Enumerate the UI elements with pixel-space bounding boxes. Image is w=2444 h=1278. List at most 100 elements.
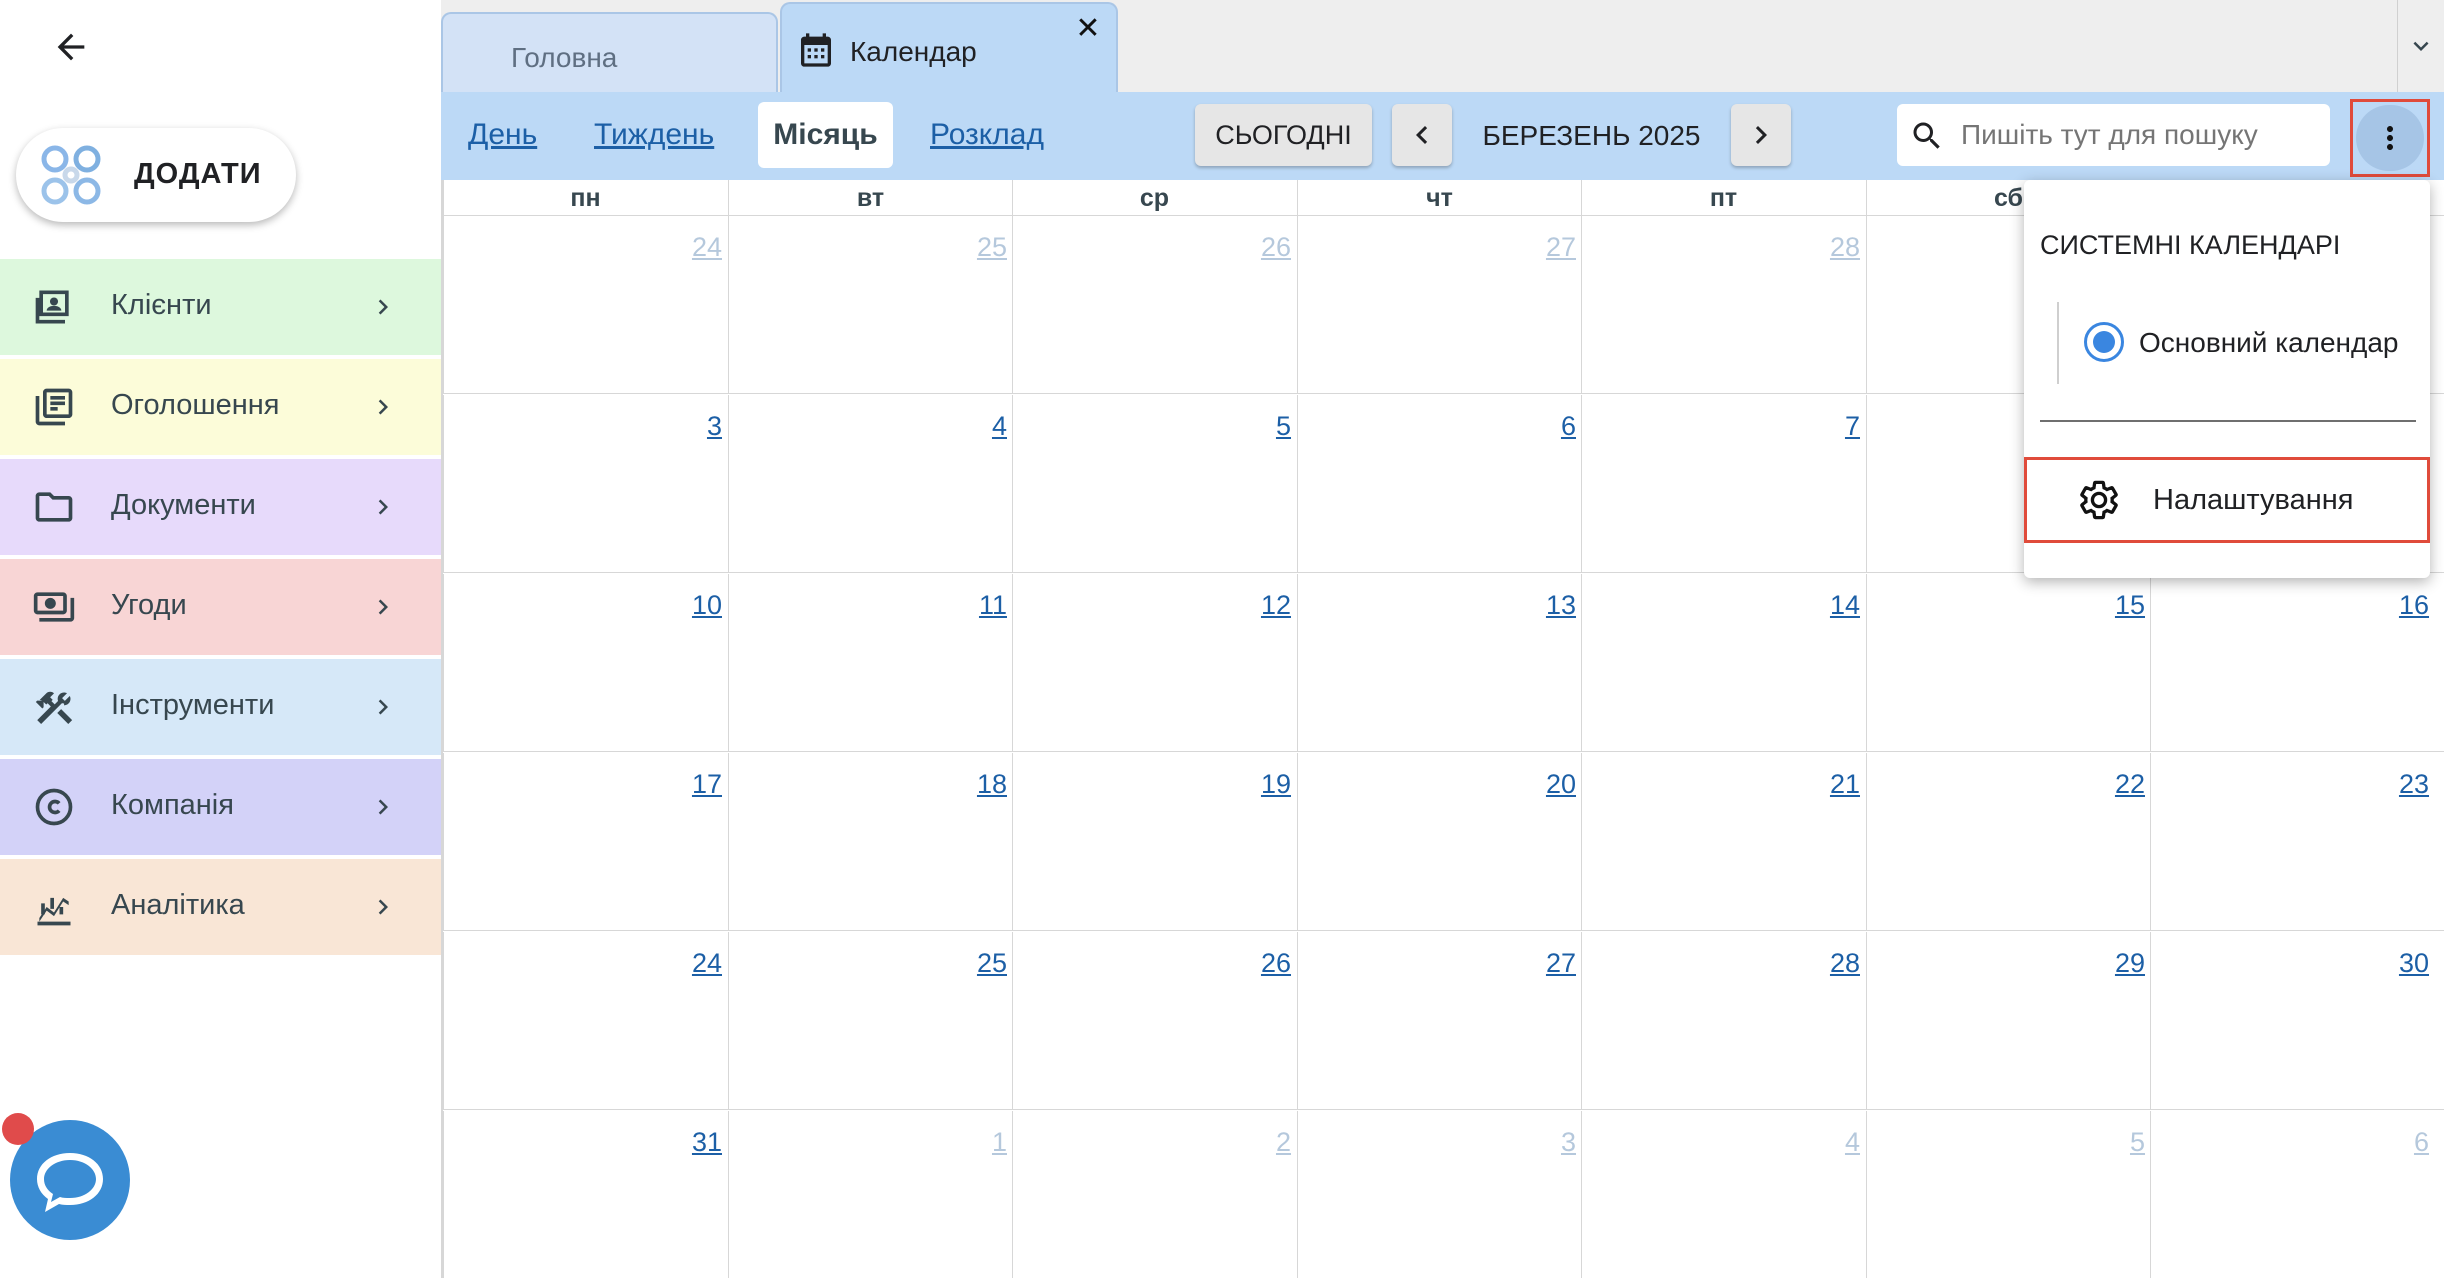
main-calendar-radio[interactable] (2084, 322, 2124, 362)
prev-month-button[interactable] (1392, 104, 1452, 166)
day-cell[interactable]: 21 (1581, 753, 1866, 931)
day-cell[interactable]: 6 (2150, 1111, 2435, 1278)
day-cell[interactable]: 25 (728, 216, 1013, 394)
sidebar-item-folder[interactable]: Документи (0, 459, 441, 555)
day-number[interactable]: 5 (2130, 1127, 2145, 1158)
view-week-link[interactable]: Тиждень (594, 118, 714, 152)
day-number[interactable]: 19 (1261, 769, 1291, 800)
day-cell[interactable]: 20 (1297, 753, 1582, 931)
day-number[interactable]: 27 (1546, 232, 1576, 263)
day-number[interactable]: 28 (1830, 232, 1860, 263)
day-cell[interactable]: 11 (728, 574, 1013, 752)
day-number[interactable]: 25 (977, 948, 1007, 979)
day-number[interactable]: 26 (1261, 948, 1291, 979)
day-cell[interactable]: 25 (728, 932, 1013, 1110)
day-number[interactable]: 1 (992, 1127, 1007, 1158)
day-cell[interactable]: 17 (443, 753, 728, 931)
day-cell[interactable]: 5 (1866, 1111, 2151, 1278)
more-options-button[interactable] (2350, 99, 2430, 177)
day-number[interactable]: 16 (2399, 590, 2429, 621)
day-number[interactable]: 27 (1546, 948, 1576, 979)
day-cell[interactable]: 28 (1581, 932, 1866, 1110)
add-button[interactable]: ДОДАТИ (16, 128, 296, 222)
sidebar-item-analytics[interactable]: Аналітика (0, 859, 441, 955)
sidebar-item-listings[interactable]: Оголошення (0, 359, 441, 455)
day-number[interactable]: 6 (2414, 1127, 2429, 1158)
day-number[interactable]: 4 (1845, 1127, 1860, 1158)
day-cell[interactable]: 6 (1297, 395, 1582, 573)
next-month-button[interactable] (1731, 104, 1791, 166)
day-cell[interactable]: 4 (728, 395, 1013, 573)
day-number[interactable]: 25 (977, 232, 1007, 263)
day-cell[interactable]: 5 (1012, 395, 1297, 573)
day-cell[interactable]: 27 (1297, 216, 1582, 394)
close-tab-icon[interactable]: ✕ (1073, 14, 1103, 44)
day-number[interactable]: 13 (1546, 590, 1576, 621)
view-month-button[interactable]: Місяць (758, 102, 893, 168)
day-cell[interactable]: 1 (728, 1111, 1013, 1278)
settings-menu-item[interactable]: Налаштування (2024, 457, 2430, 543)
day-number[interactable]: 3 (1561, 1127, 1576, 1158)
day-number[interactable]: 15 (2115, 590, 2145, 621)
day-number[interactable]: 21 (1830, 769, 1860, 800)
day-number[interactable]: 18 (977, 769, 1007, 800)
day-cell[interactable]: 4 (1581, 1111, 1866, 1278)
day-cell[interactable]: 28 (1581, 216, 1866, 394)
day-number[interactable]: 20 (1546, 769, 1576, 800)
day-cell[interactable]: 16 (2150, 574, 2435, 752)
day-cell[interactable]: 24 (443, 932, 728, 1110)
day-number[interactable]: 23 (2399, 769, 2429, 800)
day-number[interactable]: 12 (1261, 590, 1291, 621)
day-cell[interactable]: 31 (443, 1111, 728, 1278)
day-number[interactable]: 3 (707, 411, 722, 442)
day-cell[interactable]: 3 (443, 395, 728, 573)
tab-menu-button[interactable] (2397, 0, 2444, 92)
day-number[interactable]: 28 (1830, 948, 1860, 979)
day-cell[interactable]: 13 (1297, 574, 1582, 752)
day-cell[interactable]: 19 (1012, 753, 1297, 931)
day-cell[interactable]: 23 (2150, 753, 2435, 931)
day-cell[interactable]: 26 (1012, 932, 1297, 1110)
day-number[interactable]: 14 (1830, 590, 1860, 621)
day-number[interactable]: 17 (692, 769, 722, 800)
day-cell[interactable]: 2 (1012, 1111, 1297, 1278)
day-cell[interactable]: 3 (1297, 1111, 1582, 1278)
day-number[interactable]: 31 (692, 1127, 722, 1158)
day-cell[interactable]: 10 (443, 574, 728, 752)
day-number[interactable]: 22 (2115, 769, 2145, 800)
day-number[interactable]: 7 (1845, 411, 1860, 442)
day-cell[interactable]: 12 (1012, 574, 1297, 752)
day-number[interactable]: 10 (692, 590, 722, 621)
day-number[interactable]: 6 (1561, 411, 1576, 442)
search-input[interactable] (1961, 110, 2321, 160)
back-button[interactable] (44, 24, 98, 70)
day-cell[interactable]: 27 (1297, 932, 1582, 1110)
day-number[interactable]: 26 (1261, 232, 1291, 263)
day-number[interactable]: 2 (1276, 1127, 1291, 1158)
day-cell[interactable]: 22 (1866, 753, 2151, 931)
day-cell[interactable]: 24 (443, 216, 728, 394)
sidebar-item-money[interactable]: Угоди (0, 559, 441, 655)
day-cell[interactable]: 29 (1866, 932, 2151, 1110)
tab-calendar[interactable]: Календар (780, 2, 1118, 94)
today-button[interactable]: СЬОГОДНІ (1195, 104, 1372, 166)
sidebar-item-clients[interactable]: Клієнти (0, 259, 441, 355)
day-number[interactable]: 4 (992, 411, 1007, 442)
main-calendar-label[interactable]: Основний календар (2139, 327, 2399, 359)
day-cell[interactable]: 7 (1581, 395, 1866, 573)
day-number[interactable]: 11 (979, 590, 1007, 621)
tab-home[interactable]: Головна (441, 12, 778, 92)
sidebar-item-copyright[interactable]: Компанія (0, 759, 441, 855)
day-number[interactable]: 5 (1276, 411, 1291, 442)
view-schedule-link[interactable]: Розклад (930, 118, 1044, 152)
day-cell[interactable]: 15 (1866, 574, 2151, 752)
sidebar-item-tools[interactable]: Інструменти (0, 659, 441, 755)
day-cell[interactable]: 14 (1581, 574, 1866, 752)
day-number[interactable]: 24 (692, 948, 722, 979)
day-number[interactable]: 30 (2399, 948, 2429, 979)
day-cell[interactable]: 18 (728, 753, 1013, 931)
day-cell[interactable]: 30 (2150, 932, 2435, 1110)
day-number[interactable]: 24 (692, 232, 722, 263)
day-number[interactable]: 29 (2115, 948, 2145, 979)
view-day-link[interactable]: День (468, 118, 537, 152)
